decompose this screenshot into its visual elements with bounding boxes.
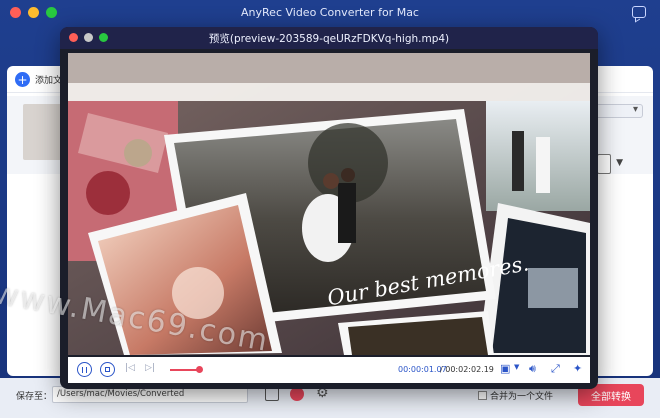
- close-preview-button[interactable]: [69, 33, 78, 42]
- close-window-button[interactable]: [10, 7, 21, 18]
- progress-fill: [170, 369, 199, 371]
- fullscreen-icon[interactable]: ⤢: [551, 362, 560, 376]
- preview-titlebar: 预览(preview-203589-qeURzFDKVq-high.mp4): [60, 27, 598, 49]
- total-time: / 00:02:02.19: [440, 365, 494, 374]
- zoom-preview-button[interactable]: [99, 33, 108, 42]
- app-title: AnyRec Video Converter for Mac: [241, 5, 419, 19]
- merge-label: 合并为一个文件: [490, 392, 554, 402]
- stop-button[interactable]: [100, 362, 115, 377]
- chevron-down-icon[interactable]: ▼: [616, 158, 623, 168]
- preview-window-controls[interactable]: [69, 33, 108, 42]
- save-to-label: 保存至：: [16, 392, 53, 402]
- open-folder-icon[interactable]: [265, 387, 279, 401]
- chevron-down-icon[interactable]: ▼: [514, 363, 519, 371]
- pause-button[interactable]: [77, 362, 92, 377]
- playback-progress-bar[interactable]: [170, 366, 203, 373]
- minimize-window-button[interactable]: [28, 7, 39, 18]
- zoom-window-button[interactable]: [46, 7, 57, 18]
- progress-handle[interactable]: [195, 366, 203, 373]
- plus-icon: +: [15, 72, 30, 87]
- toolbox-icon[interactable]: [290, 387, 304, 401]
- next-frame-icon[interactable]: ▷|: [145, 363, 155, 373]
- camera-icon[interactable]: ▣: [500, 362, 510, 375]
- window-controls[interactable]: [10, 7, 57, 18]
- volume-icon[interactable]: 🔊︎: [529, 362, 536, 376]
- feedback-chat-icon[interactable]: [632, 6, 646, 18]
- player-controls: |◁ ▷| 00:00:01.07 / 00:02:02.19 ▣ ▼ 🔊︎ ⤢…: [68, 357, 590, 383]
- checkbox-box[interactable]: [478, 391, 487, 400]
- output-format-dropdown[interactable]: [593, 104, 643, 118]
- preview-title: 预览(preview-203589-qeURzFDKVq-high.mp4): [208, 32, 450, 45]
- minimize-preview-button[interactable]: [84, 33, 93, 42]
- stop-icon: [105, 367, 110, 372]
- merge-checkbox[interactable]: 合并为一个文件: [478, 389, 553, 402]
- app-titlebar: AnyRec Video Converter for Mac: [0, 0, 660, 24]
- pin-icon[interactable]: ✦: [573, 362, 582, 375]
- format-file-icon[interactable]: [597, 154, 611, 174]
- pause-icon: [82, 366, 87, 373]
- previous-frame-icon[interactable]: |◁: [125, 363, 135, 373]
